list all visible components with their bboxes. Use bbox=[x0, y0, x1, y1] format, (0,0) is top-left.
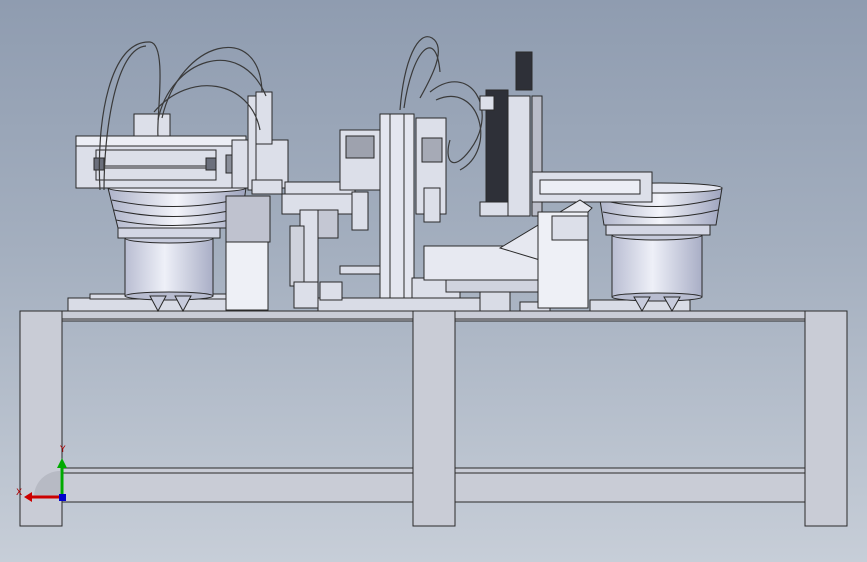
leg-right bbox=[804, 310, 848, 527]
table-frame bbox=[19, 310, 848, 527]
triad-x-label: X bbox=[16, 488, 22, 498]
cad-viewport[interactable]: Y X bbox=[0, 0, 867, 562]
leg-middle bbox=[412, 310, 456, 527]
assembly-model[interactable]: Y X bbox=[0, 0, 867, 562]
left-bowl-feeder bbox=[107, 182, 247, 313]
triad-y-label: Y bbox=[59, 445, 66, 455]
